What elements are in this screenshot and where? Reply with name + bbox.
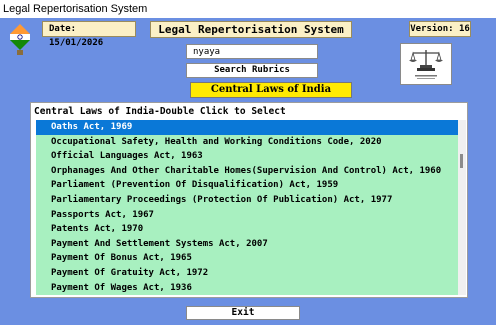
list-item[interactable]: Payment Of Bonus Act, 1965 <box>36 251 458 266</box>
list-header: Central Laws of India-Double Click to Se… <box>34 106 286 117</box>
india-emblem-icon <box>8 22 32 56</box>
exit-button[interactable]: Exit <box>186 306 300 320</box>
window-title: Legal Repertorisation System <box>0 0 496 18</box>
list-item[interactable]: Oaths Act, 1969 <box>36 120 458 135</box>
search-input[interactable] <box>186 44 318 59</box>
logo-panel <box>400 43 452 85</box>
list-item[interactable]: Official Languages Act, 1963 <box>36 149 458 164</box>
list-item[interactable]: Passports Act, 1967 <box>36 208 458 223</box>
list-item[interactable]: Parliament (Prevention Of Disqualificati… <box>36 178 458 193</box>
justice-scales-icon <box>409 50 443 79</box>
search-rubrics-button[interactable]: Search Rubrics <box>186 63 318 78</box>
scrollbar-thumb[interactable] <box>460 154 463 168</box>
list-item[interactable]: Occupational Safety, Health and Working … <box>36 135 458 150</box>
list-item[interactable]: Payment Of Gratuity Act, 1972 <box>36 266 458 281</box>
list-item[interactable]: Payment Of Wages Act, 1936 <box>36 281 458 295</box>
app-title: Legal Repertorisation System <box>150 21 352 38</box>
list-item[interactable]: Payment And Settlement Systems Act, 2007 <box>36 237 458 252</box>
laws-listbox[interactable]: Oaths Act, 1969 Occupational Safety, Heal… <box>36 120 458 295</box>
list-item[interactable]: Orphanages And Other Charitable Homes(Su… <box>36 164 458 179</box>
main-panel: Date: 15/01/2026 Legal Repertorisation S… <box>0 18 496 325</box>
section-title: Central Laws of India <box>190 82 352 98</box>
list-item[interactable]: Patents Act, 1970 <box>36 222 458 237</box>
vertical-scrollbar[interactable] <box>458 120 466 295</box>
laws-list-panel: Central Laws of India-Double Click to Se… <box>30 102 468 298</box>
date-label: Date: 15/01/2026 <box>42 21 136 48</box>
version-label: Version: 16 <box>409 21 471 37</box>
list-item[interactable]: Parliamentary Proceedings (Protection Of… <box>36 193 458 208</box>
